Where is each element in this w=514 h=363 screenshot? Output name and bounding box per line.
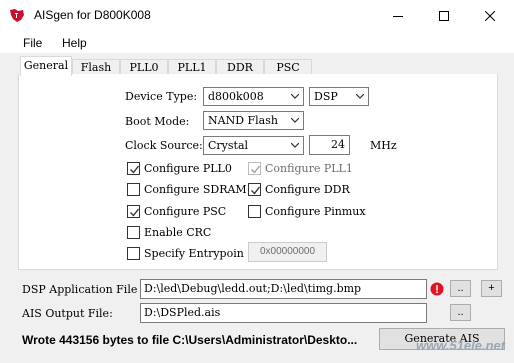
menu-help[interactable]: Help bbox=[62, 36, 87, 50]
add-file-button[interactable]: + bbox=[481, 280, 502, 297]
clock-unit-label: MHz bbox=[370, 139, 397, 152]
configure-pll0-checkbox[interactable] bbox=[127, 162, 140, 175]
checkmark-icon bbox=[251, 186, 261, 195]
app-logo-icon bbox=[9, 7, 25, 23]
clock-frequency-input[interactable]: 24 bbox=[309, 135, 350, 155]
configure-psc-checkbox[interactable] bbox=[127, 205, 140, 218]
configure-pll0-label: Configure PLL0 bbox=[144, 162, 232, 175]
configure-pll1-checkbox[interactable] bbox=[248, 162, 261, 175]
status-message: Wrote 443156 bytes to file C:\Users\Admi… bbox=[22, 333, 358, 347]
configure-pll1-label: Configure PLL1 bbox=[265, 162, 353, 175]
tab-pll1[interactable]: PLL1 bbox=[168, 59, 216, 75]
browse-ais-output-button[interactable]: .. bbox=[450, 304, 471, 321]
enable-crc-label: Enable CRC bbox=[144, 226, 212, 239]
core-value: DSP bbox=[314, 90, 338, 103]
chevron-down-icon bbox=[356, 94, 364, 99]
configure-sdram-label: Configure SDRAM bbox=[144, 183, 247, 196]
entrypoint-input[interactable]: 0x00000000 bbox=[248, 242, 327, 262]
configure-pinmux-checkbox[interactable] bbox=[248, 205, 261, 218]
ais-output-input[interactable]: D:\DSPled.ais bbox=[140, 303, 427, 323]
chevron-down-icon bbox=[291, 118, 299, 123]
device-type-select[interactable]: d800k008 bbox=[203, 87, 304, 106]
chevron-down-icon bbox=[291, 94, 299, 99]
configure-pinmux-label: Configure Pinmux bbox=[265, 205, 366, 218]
tab-flash[interactable]: Flash bbox=[72, 59, 120, 75]
close-icon bbox=[485, 10, 495, 21]
maximize-icon bbox=[439, 10, 449, 21]
tab-ddr[interactable]: DDR bbox=[216, 59, 264, 75]
tab-pll0[interactable]: PLL0 bbox=[120, 59, 168, 75]
browse-app-file-button[interactable]: .. bbox=[450, 280, 471, 297]
minimize-button[interactable] bbox=[375, 0, 421, 31]
boot-mode-label: Boot Mode: bbox=[125, 115, 190, 128]
clock-source-select[interactable]: Crystal bbox=[203, 136, 304, 155]
app-file-input[interactable]: D:\led\Debug\ledd.out;D:\led\timg.bmp bbox=[140, 279, 427, 299]
specify-entrypoint-checkbox[interactable] bbox=[127, 247, 140, 260]
chevron-down-icon bbox=[291, 143, 299, 148]
minimize-icon bbox=[393, 15, 403, 17]
maximize-button[interactable] bbox=[421, 0, 467, 31]
configure-ddr-checkbox[interactable] bbox=[248, 183, 261, 196]
device-type-label: Device Type: bbox=[125, 90, 198, 103]
configure-sdram-checkbox[interactable] bbox=[127, 183, 140, 196]
boot-mode-value: NAND Flash bbox=[208, 114, 278, 127]
device-type-value: d800k008 bbox=[208, 90, 264, 103]
checkmark-icon bbox=[130, 208, 140, 217]
configure-psc-label: Configure PSC bbox=[144, 205, 227, 218]
clock-source-label: Clock Source: bbox=[125, 139, 203, 152]
close-button[interactable] bbox=[467, 0, 513, 31]
error-icon bbox=[430, 282, 444, 296]
checkmark-icon bbox=[130, 165, 140, 174]
clock-source-value: Crystal bbox=[208, 139, 249, 152]
menu-file[interactable]: File bbox=[23, 36, 42, 50]
core-select[interactable]: DSP bbox=[309, 87, 369, 106]
tab-general[interactable]: General bbox=[20, 56, 72, 76]
enable-crc-checkbox[interactable] bbox=[127, 226, 140, 239]
specify-entrypoint-label: Specify Entrypoin bbox=[144, 247, 244, 260]
tab-psc[interactable]: PSC bbox=[264, 59, 312, 75]
ais-output-label: AIS Output File: bbox=[22, 307, 113, 320]
watermark: www.51ele.net bbox=[416, 338, 506, 353]
boot-mode-select[interactable]: NAND Flash bbox=[203, 111, 304, 130]
app-file-label: DSP Application File bbox=[22, 283, 138, 296]
window-title: AISgen for D800K008 bbox=[34, 8, 151, 22]
configure-ddr-label: Configure DDR bbox=[265, 183, 350, 196]
checkmark-icon bbox=[251, 165, 261, 174]
